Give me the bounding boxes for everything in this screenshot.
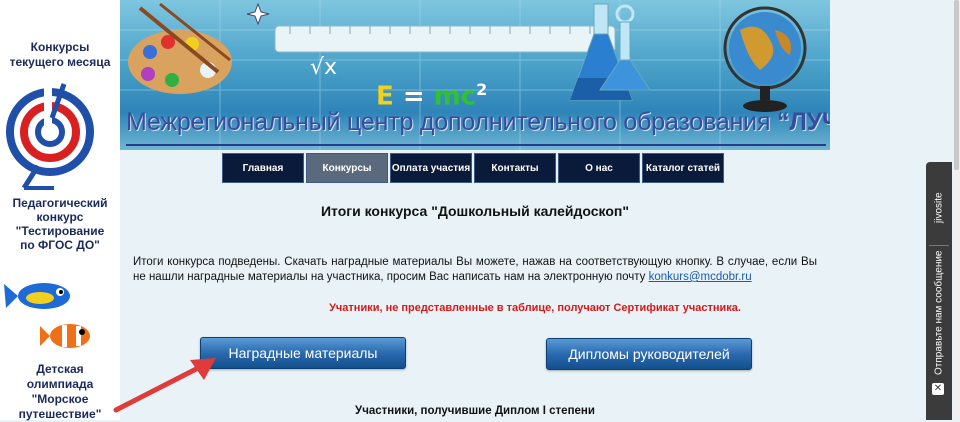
left-sidebar: Конкурсы текущего месяца Педагогический … (0, 0, 120, 422)
page-title: Итоги конкурса "Дошкольный калейдоскоп" (320, 203, 630, 219)
nav-home[interactable]: Главная (222, 153, 304, 183)
main-nav: Главная Конкурсы Оплата участия Контакты… (222, 153, 724, 183)
scrollbar-thumb[interactable] (954, 0, 959, 170)
center-logo-icon[interactable] (4, 78, 96, 190)
nav-contests[interactable]: Конкурсы (306, 153, 388, 183)
awards-materials-button[interactable]: Наградные материалы (200, 337, 406, 369)
chat-send-message[interactable]: Отправьте нам сообщение (926, 250, 952, 375)
nav-articles[interactable]: Каталог статей (642, 153, 724, 183)
formula-emc2: E = mc2 (376, 80, 488, 112)
leader-diplomas-button[interactable]: Дипломы руководителей (546, 338, 752, 370)
chat-close-icon[interactable]: ✕ (932, 383, 944, 395)
nav-about[interactable]: О нас (558, 153, 640, 183)
site-title[interactable]: Межрегиональный центр дополнительного об… (126, 108, 830, 137)
chat-divider (929, 245, 949, 246)
site-title-text: Межрегиональный центр дополнительного об… (126, 108, 778, 136)
first-degree-heading: Участники, получившие Диплом I степени (355, 405, 595, 417)
header-banner: √x E = mc2 Межрегиональный центр дополни… (120, 0, 830, 150)
site-brand: “ЛУЧ” (777, 108, 830, 136)
contact-email-link[interactable]: konkurs@mcdobr.ru (649, 271, 752, 283)
svg-text:√x: √x (310, 55, 337, 80)
intro-paragraph: Итоги конкурса подведены. Скачать наград… (133, 255, 817, 285)
title-underline (126, 144, 826, 146)
contests-heading[interactable]: Конкурсы текущего месяца (0, 40, 120, 70)
fish-icon[interactable] (4, 270, 100, 358)
nav-contacts[interactable]: Контакты (474, 153, 556, 183)
chat-brand[interactable]: jivosite (926, 176, 952, 240)
main-content (120, 150, 830, 420)
promo-sea-olympiad[interactable]: Детская олимпиада "Морское путешествие" (0, 362, 120, 422)
nav-payment[interactable]: Оплата участия (390, 153, 472, 183)
warning-message: Учатники, не представленные в таблице, п… (329, 302, 741, 314)
promo-fgos-test[interactable]: Педагогический конкурс "Тестирование по … (0, 196, 120, 252)
